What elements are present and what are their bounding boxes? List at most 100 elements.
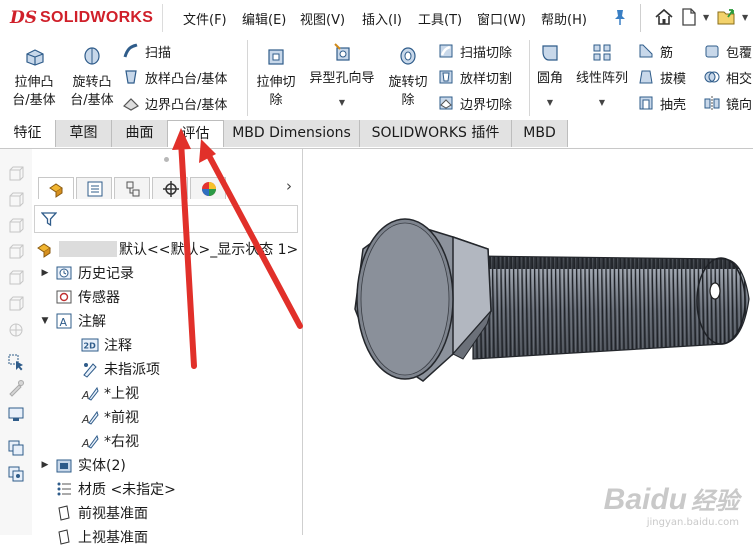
tree-item[interactable]: A *前视 <box>40 405 302 429</box>
intersect-label: 相交 <box>726 71 753 87</box>
select-icon[interactable] <box>7 353 25 371</box>
tab-surfaces[interactable]: 曲面 <box>112 120 168 147</box>
tab-property-manager[interactable] <box>76 177 112 199</box>
menu-view[interactable]: 视图(V) <box>300 9 345 28</box>
tree-item-label: *前视 <box>104 410 139 426</box>
tab-solidworks-addins[interactable]: SOLIDWORKS 插件 <box>360 120 512 147</box>
tree-item-label: 注释 <box>104 338 132 354</box>
loft-boss-button[interactable]: 放样凸台/基体 <box>122 67 252 87</box>
tree-item[interactable]: 未指派项 <box>40 357 302 381</box>
menu-file[interactable]: 文件(F) <box>183 9 227 28</box>
feature-small-group: 筋 拔模 抽壳 <box>637 41 699 113</box>
chevron-down-icon[interactable]: ▼ <box>703 13 709 22</box>
edit-appearance-icon[interactable] <box>7 379 25 397</box>
view-cube-icon[interactable] <box>7 165 25 183</box>
home-icon[interactable] <box>654 7 674 27</box>
boundary-cut-button[interactable]: 边界切除 <box>437 93 527 113</box>
chevron-right-icon[interactable]: › <box>286 177 292 195</box>
tree-item[interactable]: 传感器 <box>40 285 302 309</box>
graphics-viewport[interactable]: Baidu 经验 jingyan.baidu.com <box>303 149 753 535</box>
tab-features[interactable]: 特征 <box>0 120 56 147</box>
menu-window[interactable]: 窗口(W) <box>477 9 526 28</box>
mirror-button[interactable]: 镜向 <box>703 93 753 113</box>
wrap-button[interactable]: 包覆 <box>703 41 753 61</box>
fillet-icon <box>542 45 558 61</box>
copy-appearance-icon[interactable] <box>7 439 25 457</box>
expand-arrow-icon[interactable]: ▶ <box>40 460 50 470</box>
tab-display-manager[interactable] <box>190 177 226 199</box>
ds-logo-mark: DS <box>10 8 38 28</box>
intersect-icon <box>704 71 720 83</box>
unassigned-icon <box>83 363 97 378</box>
expand-arrow-icon[interactable]: ▶ <box>40 268 50 278</box>
tree-item[interactable]: 上视基准面 <box>40 525 302 549</box>
filter-icon <box>41 212 57 227</box>
tree-item[interactable]: 材质 <未指定> <box>40 477 302 501</box>
view-cube-icon[interactable] <box>7 191 25 209</box>
tree-item[interactable]: 2D 注释 <box>40 333 302 357</box>
intersect-button[interactable]: 相交 <box>703 67 753 87</box>
revolve-boss-button[interactable]: 旋转凸台/基体 <box>66 46 118 110</box>
chevron-down-icon[interactable]: ▼ <box>532 94 568 112</box>
hole-wizard-icon <box>334 43 350 61</box>
collapse-arrow-icon[interactable]: ▼ <box>40 316 50 326</box>
revolve-cut-button[interactable]: 旋转切除 <box>384 46 432 110</box>
tree-item[interactable]: A *上视 <box>40 381 302 405</box>
menu-help[interactable]: 帮助(H) <box>541 9 587 28</box>
pin-icon[interactable] <box>612 8 628 26</box>
menu-tools[interactable]: 工具(T) <box>418 9 462 28</box>
tab-mbd[interactable]: MBD <box>512 120 568 147</box>
tab-dimxpert-manager[interactable] <box>152 177 188 199</box>
menu-insert[interactable]: 插入(I) <box>362 9 402 28</box>
view-cube-icon[interactable] <box>7 295 25 313</box>
chevron-down-icon[interactable]: ▼ <box>572 94 632 112</box>
wrap-label: 包覆 <box>726 45 753 61</box>
sweep-button[interactable]: 扫描 <box>122 41 252 61</box>
tree-item[interactable]: ▶ 历史记录 <box>40 261 302 285</box>
history-icon <box>56 266 72 280</box>
extrude-cut-button[interactable]: 拉伸切除 <box>252 46 300 110</box>
tree-filter[interactable] <box>34 205 298 233</box>
view-orientation-icon[interactable] <box>7 321 25 339</box>
panel-grip[interactable] <box>164 157 169 162</box>
rib-button[interactable]: 筋 <box>637 41 699 61</box>
material-icon <box>57 482 71 496</box>
solidworks-logo[interactable]: DS SOLIDWORKS <box>10 8 153 28</box>
view-cube-icon[interactable] <box>7 243 25 261</box>
paste-appearance-icon[interactable] <box>7 465 25 483</box>
tree-item[interactable]: ▶ 实体(2) <box>40 453 302 477</box>
display-manager-icon[interactable] <box>7 405 25 423</box>
cut-small-group: 扫描切除 放样切割 边界切除 <box>437 41 527 113</box>
tree-item[interactable]: A *右视 <box>40 429 302 453</box>
chevron-down-icon[interactable]: ▼ <box>742 13 748 22</box>
shell-button[interactable]: 抽壳 <box>637 93 699 113</box>
tab-sketch[interactable]: 草图 <box>56 120 112 147</box>
tab-evaluate[interactable]: 评估 <box>168 120 224 147</box>
lofted-cut-button[interactable]: 放样切割 <box>437 67 527 87</box>
swept-cut-label: 扫描切除 <box>460 45 513 61</box>
tree-item[interactable]: ▼ A 注解 <box>40 309 302 333</box>
linear-pattern-button[interactable]: 线性阵列 ▼ <box>572 42 632 112</box>
chevron-down-icon[interactable]: ▼ <box>304 94 380 112</box>
fillet-button[interactable]: 圆角 ▼ <box>532 42 568 112</box>
tab-configuration-manager[interactable] <box>114 177 150 199</box>
tab-feature-manager[interactable] <box>38 177 74 199</box>
boundary-boss-icon <box>123 98 139 111</box>
hole-wizard-button[interactable]: 异型孔向导 ▼ <box>304 42 380 112</box>
revolve-cut-icon <box>400 47 416 65</box>
new-document-icon[interactable] <box>680 7 698 27</box>
extrude-boss-label: 拉伸凸台/基体 <box>12 75 56 108</box>
menu-edit[interactable]: 编辑(E) <box>242 9 286 28</box>
view-cube-icon[interactable] <box>7 217 25 235</box>
revolve-boss-icon <box>84 47 100 65</box>
tree-item[interactable]: 前视基准面 <box>40 501 302 525</box>
swept-cut-button[interactable]: 扫描切除 <box>437 41 527 61</box>
tree-root[interactable]: 默认<<默认>_显示状态 1> <box>36 237 304 261</box>
draft-button[interactable]: 拔模 <box>637 67 699 87</box>
open-icon[interactable] <box>716 7 738 27</box>
extrude-boss-button[interactable]: 拉伸凸台/基体 <box>8 46 60 110</box>
bolt-model[interactable] <box>303 149 753 535</box>
tab-mbd-dimensions[interactable]: MBD Dimensions <box>224 120 360 147</box>
boundary-boss-button[interactable]: 边界凸台/基体 <box>122 93 252 113</box>
view-cube-icon[interactable] <box>7 269 25 287</box>
